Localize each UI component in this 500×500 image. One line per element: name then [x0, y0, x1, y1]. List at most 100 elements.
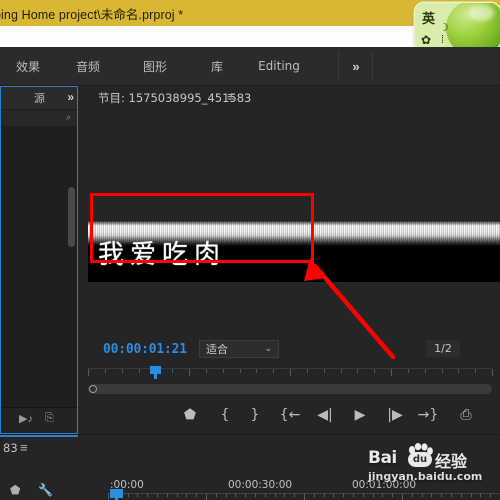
play-stop-button[interactable]: ▶	[347, 396, 373, 434]
program-monitor-canvas[interactable]: 我爱吃肉	[79, 110, 500, 330]
timeline-ruler-tick	[166, 494, 168, 497]
window-title: ping Home project\未命名.prproj *	[0, 7, 184, 22]
timeline-ruler-tick	[431, 494, 433, 497]
monitor-transport-bar: ⬟{} {← ◀| ▶ |▶ →} ⎙	[79, 396, 500, 434]
current-timecode[interactable]: 00:00:01:21	[103, 342, 187, 357]
app-root: ping Home project\未命名.prproj * 英 ☽ ✿ ⁞ 效…	[0, 0, 500, 500]
ruler-tick	[239, 369, 241, 373]
ruler-tick	[340, 369, 342, 373]
ruler-tick	[323, 369, 325, 373]
timeline-playhead-head	[110, 489, 123, 498]
timeline-ruler-tick	[392, 494, 394, 497]
export-icon[interactable]: ⎘	[45, 412, 54, 425]
ruler-tick	[475, 369, 477, 373]
timeline-ruler-tick	[294, 494, 296, 497]
menu-item-effects[interactable]: 效果	[0, 47, 56, 85]
menu-item-editing[interactable]: Editing	[248, 47, 310, 85]
timeline-ruler-tick	[274, 494, 276, 497]
monitor-playhead[interactable]	[150, 366, 161, 379]
timeline-ruler-tick	[460, 494, 462, 497]
source-panel-tab-label[interactable]: 源	[34, 90, 45, 106]
timeline-ruler-tick	[157, 494, 158, 497]
source-panel-content[interactable]	[1, 127, 77, 407]
wrench-settings-icon[interactable]: 🔧	[38, 483, 53, 497]
menu-overflow-button[interactable]: »	[340, 47, 372, 85]
source-panel-searchrow[interactable]: ⌕	[1, 110, 77, 127]
ruler-tick	[374, 369, 376, 373]
timeline-ruler-tick	[264, 494, 266, 497]
timeline-ruler-tick	[353, 494, 354, 497]
timeline-ruler-tick	[235, 494, 237, 497]
menubar-divider-right	[372, 51, 373, 81]
timeline-ruler-tick	[245, 494, 247, 497]
chevron-down-icon: ⌄	[264, 343, 272, 353]
play-audio-icon[interactable]: ▶♪	[19, 412, 33, 425]
marker-tool-icon[interactable]: ⬟	[10, 483, 20, 497]
monitor-zoom-scrollbar[interactable]	[88, 384, 492, 394]
timeline-ruler-tick	[137, 494, 139, 497]
ime-language-mode-button[interactable]: 英	[422, 8, 435, 27]
menu-item-library[interactable]: 库	[196, 47, 238, 85]
ime-floating-bar[interactable]: 英 ☽ ✿ ⁞	[415, 3, 500, 50]
mark-out-button[interactable]: }	[242, 396, 268, 434]
zoom-level-value: 适合	[206, 343, 228, 356]
timeline-ruler-tick	[362, 494, 364, 497]
timeline-ruler[interactable]	[108, 493, 500, 500]
timeline-ruler-tick	[225, 494, 227, 497]
ruler-tick	[306, 369, 308, 373]
menu-item-audio[interactable]: 音频	[60, 47, 116, 85]
ruler-tick	[88, 369, 89, 376]
timeline-ruler-tick	[215, 494, 217, 497]
program-monitor-panel[interactable]: 节目: 1575038995_451583 ≡ 我爱吃肉 00:00:01:21…	[79, 86, 500, 434]
search-icon[interactable]: ⌕	[66, 112, 71, 123]
timeline-ruler-tick	[470, 494, 472, 497]
timeline-ruler-tick	[343, 494, 345, 497]
ruler-tick	[492, 369, 493, 376]
menu-item-graphics[interactable]: 图形	[128, 47, 182, 85]
gear-icon[interactable]: ✿	[421, 33, 431, 47]
timeline-ruler-tick	[402, 494, 403, 500]
monitor-timecode-row: 00:00:01:21 适合 ⌄ 1/2	[79, 338, 500, 364]
add-marker-button[interactable]: ⬟	[177, 396, 203, 434]
timeline-panel[interactable]: 83 ≡ ⬟ 🔧 :00:00 00:00:30:00 00:01:00:00	[0, 434, 500, 500]
mark-in-button[interactable]: {	[212, 396, 238, 434]
timeline-ruler-tick	[186, 494, 188, 497]
source-panel[interactable]: 源 » ⌕ ▶♪ ⎘	[0, 86, 78, 434]
video-caption-text: 我爱吃肉	[98, 239, 227, 270]
timeline-ruler-tick	[490, 494, 492, 497]
timeline-ruler-tick	[196, 494, 198, 497]
playback-resolution-select[interactable]: 1/2	[426, 340, 460, 357]
timeline-ruler-tick	[441, 494, 443, 497]
audio-waveform-image: 我爱吃肉	[88, 220, 500, 282]
source-panel-buttonrow: ▶♪ ⎘	[1, 407, 77, 433]
playhead-head	[150, 366, 161, 374]
moon-icon[interactable]: ☽	[439, 21, 449, 34]
export-frame-button[interactable]: ⎙	[453, 396, 479, 434]
timeline-ruler-tick	[372, 494, 374, 497]
monitor-scrub-ruler[interactable]	[88, 368, 493, 383]
ime-decoration-shine	[468, 5, 494, 21]
timeline-ruler-tick	[480, 494, 482, 497]
step-forward-button[interactable]: |▶	[382, 396, 408, 434]
source-panel-scrollbar[interactable]	[68, 187, 75, 247]
ruler-tick	[441, 369, 443, 373]
go-to-out-button[interactable]: →}	[415, 396, 441, 434]
menubar-divider-left	[338, 51, 339, 81]
source-panel-tabrow: 源 »	[1, 87, 77, 110]
source-panel-overflow-button[interactable]: »	[67, 90, 74, 104]
zoom-level-select[interactable]: 适合 ⌄	[199, 340, 279, 358]
ruler-tick	[407, 369, 409, 373]
ruler-tick	[222, 369, 224, 373]
ruler-tick	[205, 369, 207, 373]
timeline-ruler-tick	[313, 494, 315, 497]
ruler-tick	[391, 369, 392, 376]
zoom-handle-left[interactable]	[89, 385, 97, 393]
go-to-in-button[interactable]: {←	[277, 396, 303, 434]
step-back-button[interactable]: ◀|	[312, 396, 338, 434]
timeline-panel-menu-icon[interactable]: ≡	[20, 440, 28, 455]
ime-more-icon[interactable]: ⁞	[441, 34, 444, 46]
timeline-ruler-tick	[176, 494, 178, 497]
panel-menu-icon[interactable]: ≡	[227, 89, 235, 104]
timeline-playhead[interactable]	[110, 489, 123, 500]
ruler-tick	[256, 369, 258, 373]
